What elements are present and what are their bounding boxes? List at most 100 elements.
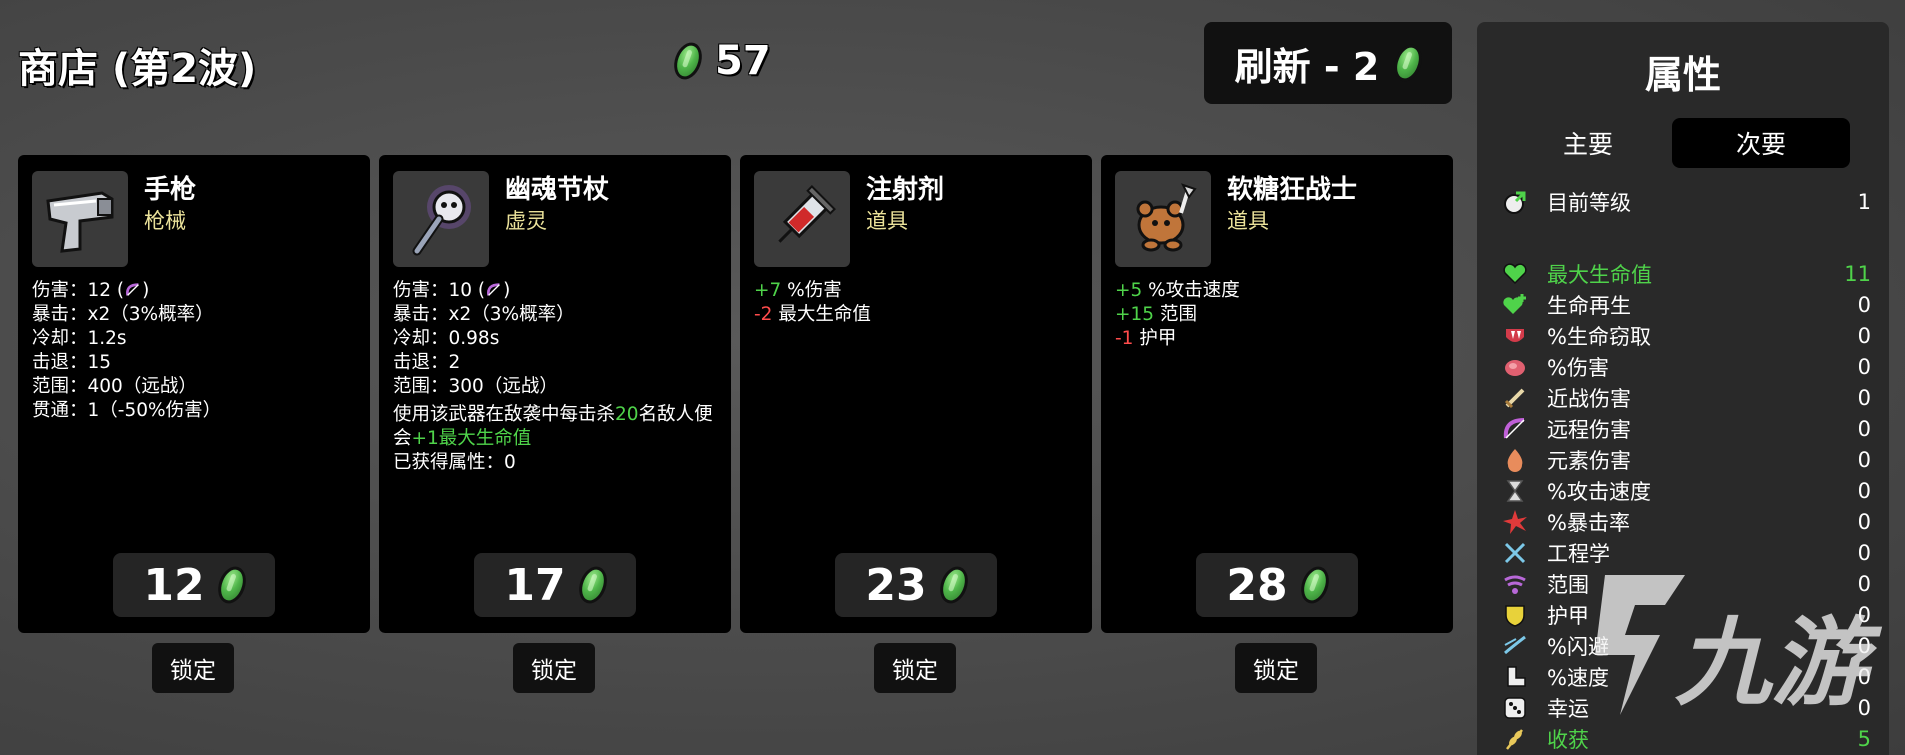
reroll-label: 刷新 - 2 — [1234, 44, 1380, 89]
ghost-scepter-icon — [412, 185, 471, 256]
stat-label: 生命再生 — [1547, 294, 1631, 318]
stat-label: 范围 — [1547, 573, 1589, 597]
fang-icon — [1501, 322, 1529, 350]
item-stats: 伤害：12 () 暴击：x2（3%概率） 冷却：1.2s 击退：15 范围：40… — [32, 279, 358, 423]
stats-panel: 属性 主要 次要 目前等级 1 最大生命值 11 生命再生 0 %生命窃取 0 %伤害 0 近战… — [1477, 22, 1889, 755]
stat-line: 范围：300（远战） — [393, 376, 558, 397]
stat-label: %暴击率 — [1547, 511, 1630, 535]
stats-title: 属性 — [1644, 53, 1721, 97]
lock-button[interactable]: 锁定 — [874, 643, 956, 693]
item-icon-frame — [32, 171, 128, 267]
item-price: 12 — [143, 559, 205, 611]
stat-label: 远程伤害 — [1547, 418, 1631, 442]
stat-row: %生命窃取 0 — [1501, 322, 1871, 350]
item-price: 17 — [504, 559, 566, 611]
material-icon — [1389, 40, 1428, 86]
buy-button[interactable]: 12 — [113, 553, 275, 617]
stat-line: 伤害：12 () — [32, 280, 150, 301]
shop-item-card[interactable]: 幽魂节杖 虚灵 伤害：10 () 暴击：x2（3%概率） 冷却：0.98s 击退… — [379, 155, 731, 633]
stat-label: %闪避 — [1547, 635, 1609, 659]
pistol-icon — [46, 191, 114, 253]
shop-item-card[interactable]: 软糖狂战士 道具 +5 %攻击速度 +15 范围 -1 护甲 28 — [1101, 155, 1453, 633]
reroll-button[interactable]: 刷新 - 2 — [1204, 22, 1452, 104]
stat-value: 0 — [1857, 634, 1871, 658]
wheat-icon — [1501, 725, 1529, 753]
ranged-bow-icon — [487, 283, 501, 296]
stat-line: 暴击：x2（3%概率） — [393, 304, 575, 325]
shop-item-card[interactable]: 注射剂 道具 +7 %伤害 -2 最大生命值 23 — [740, 155, 1092, 633]
syringe-icon — [778, 185, 836, 243]
crit-burst-icon — [1501, 508, 1529, 536]
stat-label: 近战伤害 — [1547, 387, 1631, 411]
flame-icon — [1501, 446, 1529, 474]
effect-text: 使用该武器在敌袭中每击杀20名敌人便会+1最大生命值 — [393, 404, 713, 449]
stat-value: 0 — [1857, 448, 1871, 472]
stat-value: 0 — [1857, 324, 1871, 348]
stat-label: 元素伤害 — [1547, 449, 1631, 473]
lock-button[interactable]: 锁定 — [513, 643, 595, 693]
stat-value: 0 — [1857, 696, 1871, 720]
item-name: 幽魂节杖 — [505, 175, 610, 205]
stat-value: 0 — [1857, 386, 1871, 410]
heart-icon — [1501, 260, 1529, 288]
material-icon — [1295, 562, 1334, 608]
item-name: 注射剂 — [866, 175, 945, 205]
stat-value: 0 — [1857, 603, 1871, 627]
stat-value: 0 — [1857, 293, 1871, 317]
stat-line: 冷却：1.2s — [32, 328, 127, 349]
item-type: 道具 — [1227, 209, 1269, 233]
stat-line: 范围：400（远战） — [32, 376, 197, 397]
stat-value: 1 — [1857, 190, 1871, 214]
gummy-berserker-icon — [1136, 183, 1197, 252]
modifier-line: +15 范围 — [1115, 304, 1197, 325]
dodge-icon — [1501, 632, 1529, 660]
level-up-icon — [1501, 188, 1529, 216]
stat-row: %速度 0 — [1501, 663, 1871, 691]
range-waves-icon — [1501, 570, 1529, 598]
stat-line: 暴击：x2（3%概率） — [32, 304, 214, 325]
stat-line: 冷却：0.98s — [393, 328, 500, 349]
buy-button[interactable]: 23 — [835, 553, 997, 617]
item-icon-frame — [1115, 171, 1211, 267]
stat-row-level: 目前等级 1 — [1501, 188, 1871, 216]
stat-row: %攻击速度 0 — [1501, 477, 1871, 505]
lock-button[interactable]: 锁定 — [1235, 643, 1317, 693]
buy-button[interactable]: 17 — [474, 553, 636, 617]
heart-plus-icon — [1501, 291, 1529, 319]
bow-icon — [1501, 415, 1529, 443]
stat-value: 0 — [1857, 417, 1871, 441]
item-price: 28 — [1226, 559, 1288, 611]
material-icon — [669, 38, 707, 84]
stat-value: 0 — [1857, 572, 1871, 596]
item-icon-frame — [754, 171, 850, 267]
modifier-line: -2 最大生命值 — [754, 304, 871, 325]
gained-stat-text: 已获得属性：0 — [393, 452, 516, 473]
stat-label: 最大生命值 — [1547, 263, 1652, 287]
stat-value: 0 — [1857, 479, 1871, 503]
tab-secondary[interactable]: 次要 — [1672, 118, 1850, 168]
stat-row: 范围 0 — [1501, 570, 1871, 598]
stat-line: 击退：15 — [32, 352, 112, 373]
item-stats: 伤害：10 () 暴击：x2（3%概率） 冷却：0.98s 击退：2 范围：30… — [393, 279, 719, 475]
stat-line: 贯通：1（-50%伤害） — [32, 400, 222, 421]
dice-icon — [1501, 694, 1529, 722]
modifier-line: -1 护甲 — [1115, 328, 1177, 349]
hourglass-icon — [1501, 477, 1529, 505]
lock-button[interactable]: 锁定 — [152, 643, 234, 693]
modifier-line: +5 %攻击速度 — [1115, 280, 1240, 301]
shop-item-card[interactable]: 手枪 枪械 伤害：12 () 暴击：x2（3%概率） 冷却：1.2s 击退：15… — [18, 155, 370, 633]
stat-value: 11 — [1844, 262, 1871, 286]
item-modifiers: +7 %伤害 -2 最大生命值 — [754, 279, 1080, 327]
item-icon-frame — [393, 171, 489, 267]
item-modifiers: +5 %攻击速度 +15 范围 -1 护甲 — [1115, 279, 1441, 351]
sword-icon — [1501, 384, 1529, 412]
stat-label: %伤害 — [1547, 356, 1609, 380]
stat-row: 工程学 0 — [1501, 539, 1871, 567]
item-type: 虚灵 — [505, 209, 547, 233]
tab-primary[interactable]: 主要 — [1499, 118, 1677, 168]
buy-button[interactable]: 28 — [1196, 553, 1358, 617]
material-icon — [934, 562, 973, 608]
gold-amount: 57 — [715, 38, 771, 84]
stat-value: 5 — [1857, 727, 1871, 751]
ranged-bow-icon — [126, 283, 140, 296]
